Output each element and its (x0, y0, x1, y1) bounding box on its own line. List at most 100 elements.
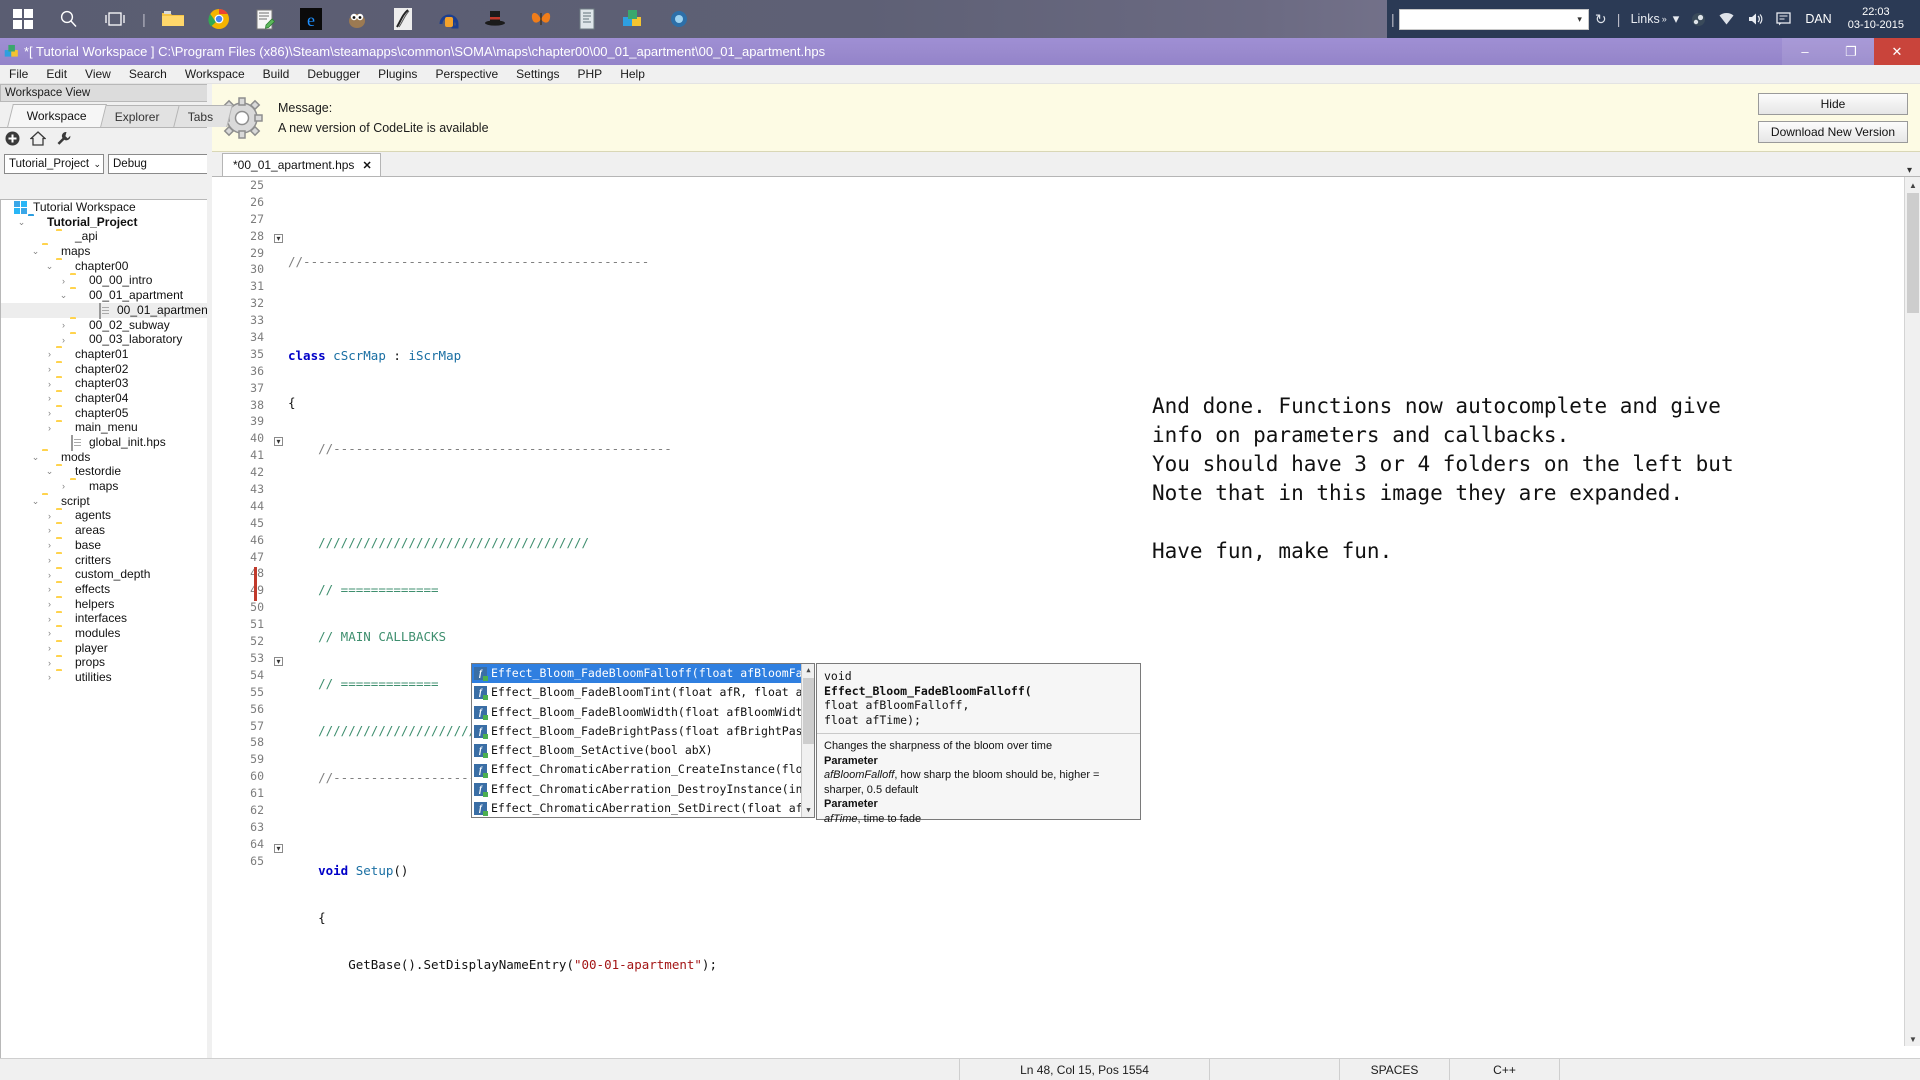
address-bar[interactable]: ▾ ↻ (1398, 0, 1613, 38)
chevron-right-icon[interactable]: › (43, 614, 56, 624)
project-combo[interactable]: Tutorial_Project ⌄ (4, 154, 104, 174)
chevron-right-icon[interactable]: › (43, 672, 56, 682)
chevron-right-icon[interactable]: › (57, 335, 70, 345)
fold-margin[interactable]: ▾ ▾ ▾ ▾ (270, 177, 286, 1046)
tab-workspace[interactable]: Workspace (7, 104, 107, 127)
chevron-right-icon[interactable]: › (43, 525, 56, 535)
add-icon[interactable] (5, 131, 20, 149)
fold-toggle[interactable]: ▾ (274, 437, 283, 446)
fold-toggle[interactable]: ▾ (274, 234, 283, 243)
chevron-right-icon[interactable]: › (43, 599, 56, 609)
app-dark-icon[interactable] (380, 0, 426, 38)
autocomplete-popup[interactable]: f Effect_Bloom_FadeBloomFalloff(float afB… (471, 663, 815, 818)
menu-perspective[interactable]: Perspective (426, 65, 507, 84)
wifi-icon[interactable] (1712, 12, 1741, 26)
autocomplete-item[interactable]: f Effect_ChromaticAberration_CreateInstan… (472, 760, 814, 779)
chevron-right-icon[interactable]: › (57, 276, 70, 286)
scrollbar-thumb[interactable] (1907, 193, 1919, 313)
volume-icon[interactable] (1741, 12, 1770, 26)
address-input[interactable] (1402, 10, 1575, 28)
editor-tabs-overflow-icon[interactable]: ▾ (1907, 165, 1920, 176)
chevron-right-icon[interactable]: › (43, 584, 56, 594)
scrollbar-thumb[interactable] (803, 678, 814, 744)
show-hidden-icons-icon[interactable]: ▾ (1667, 11, 1686, 27)
chevron-down-icon[interactable]: ▾ (1574, 14, 1585, 25)
clock[interactable]: 22:03 03-10-2015 (1840, 6, 1912, 32)
butterfly-icon[interactable] (518, 0, 564, 38)
chevron-down-icon[interactable]: ⌄ (29, 452, 42, 463)
soma-icon[interactable] (656, 0, 702, 38)
menu-settings[interactable]: Settings (507, 65, 568, 84)
chevron-right-icon[interactable]: › (43, 393, 56, 403)
code-text[interactable]: //--------------------------------------… (288, 177, 1904, 1046)
chevron-right-icon[interactable]: › (57, 320, 70, 330)
chevron-right-icon[interactable]: › (43, 364, 56, 374)
chevron-right-icon[interactable]: › (43, 570, 56, 580)
close-icon[interactable]: ✕ (362, 159, 371, 172)
chevron-right-icon[interactable]: › (43, 628, 56, 638)
scroll-up-icon[interactable]: ▲ (802, 664, 814, 677)
menu-edit[interactable]: Edit (37, 65, 76, 84)
fold-toggle[interactable]: ▾ (274, 657, 283, 666)
search-icon[interactable] (46, 0, 92, 38)
internet-explorer-icon[interactable]: e (288, 0, 334, 38)
minimize-button[interactable]: – (1782, 38, 1828, 65)
autocomplete-item[interactable]: f Effect_Bloom_FadeBrightPass(float afBri… (472, 722, 814, 741)
chevron-right-icon[interactable]: › (43, 540, 56, 550)
tophat-app-icon[interactable] (472, 0, 518, 38)
menu-workspace[interactable]: Workspace (176, 65, 254, 84)
links-label[interactable]: Links (1625, 12, 1662, 26)
autocomplete-scrollbar[interactable]: ▲ ▼ (801, 664, 814, 817)
refresh-icon[interactable]: ↻ (1589, 11, 1613, 28)
wrench-icon[interactable] (56, 131, 72, 149)
notepadpp-icon[interactable] (242, 0, 288, 38)
autocomplete-item[interactable]: f Effect_Bloom_FadeBloomWidth(float afBlo… (472, 703, 814, 722)
menu-help[interactable]: Help (611, 65, 654, 84)
chevron-right-icon[interactable]: › (43, 643, 56, 653)
gimp-icon[interactable] (334, 0, 380, 38)
audacity-icon[interactable] (426, 0, 472, 38)
code-editor[interactable]: 25 26 27 28 29 30 31 32 33 34 35 36 37 38 39 40 41 42 43 44… (212, 176, 1920, 1046)
chrome-icon[interactable] (196, 0, 242, 38)
chevron-down-icon[interactable]: ⌄ (43, 466, 56, 477)
menu-view[interactable]: View (76, 65, 120, 84)
chevron-down-icon[interactable]: ⌄ (57, 290, 70, 301)
tab-explorer[interactable]: Explorer (95, 105, 180, 127)
fold-toggle[interactable]: ▾ (274, 844, 283, 853)
close-button[interactable]: ✕ (1874, 38, 1920, 65)
menu-search[interactable]: Search (120, 65, 176, 84)
autocomplete-item[interactable]: f Effect_ChromaticAberration_SetDirect(fl… (472, 799, 814, 817)
chevron-right-icon[interactable]: › (43, 658, 56, 668)
editor-vertical-scrollbar[interactable]: ▲ ▼ (1904, 177, 1920, 1046)
chevron-right-icon[interactable]: › (43, 555, 56, 565)
autocomplete-item[interactable]: f Effect_Bloom_FadeBloomFalloff(float afB… (472, 664, 814, 684)
menu-file[interactable]: File (0, 65, 37, 84)
chevron-down-icon[interactable]: ⌄ (29, 496, 42, 507)
editor-icon[interactable] (564, 0, 610, 38)
chevron-right-icon[interactable]: › (43, 408, 56, 418)
menu-build[interactable]: Build (254, 65, 299, 84)
chevron-down-icon[interactable]: ⌄ (15, 217, 28, 228)
menu-php[interactable]: PHP (569, 65, 612, 84)
action-center-icon[interactable] (1770, 12, 1797, 26)
menu-plugins[interactable]: Plugins (369, 65, 426, 84)
editor-tab[interactable]: *00_01_apartment.hps ✕ (222, 153, 381, 176)
home-icon[interactable] (29, 131, 47, 149)
steam-tray-icon[interactable] (1685, 12, 1712, 27)
hide-button[interactable]: Hide (1757, 92, 1908, 115)
task-view-icon[interactable] (92, 0, 138, 38)
chevron-right-icon[interactable]: › (43, 379, 56, 389)
chevron-down-icon[interactable]: ⌄ (29, 246, 42, 257)
autocomplete-item[interactable]: f Effect_ChromaticAberration_DestroyInsta… (472, 780, 814, 799)
start-button[interactable] (0, 0, 46, 38)
maximize-button[interactable]: ❐ (1828, 38, 1874, 65)
scroll-down-icon[interactable]: ▼ (802, 804, 814, 817)
chevron-right-icon[interactable]: › (43, 349, 56, 359)
scroll-down-icon[interactable]: ▼ (1905, 1031, 1920, 1046)
chevron-right-icon[interactable]: › (43, 511, 56, 521)
codelite-icon[interactable] (610, 0, 656, 38)
download-new-version-button[interactable]: Download New Version (1757, 120, 1908, 143)
menu-debugger[interactable]: Debugger (298, 65, 369, 84)
chevron-right-icon[interactable]: › (57, 481, 70, 491)
chevron-right-icon[interactable]: › (43, 423, 56, 433)
